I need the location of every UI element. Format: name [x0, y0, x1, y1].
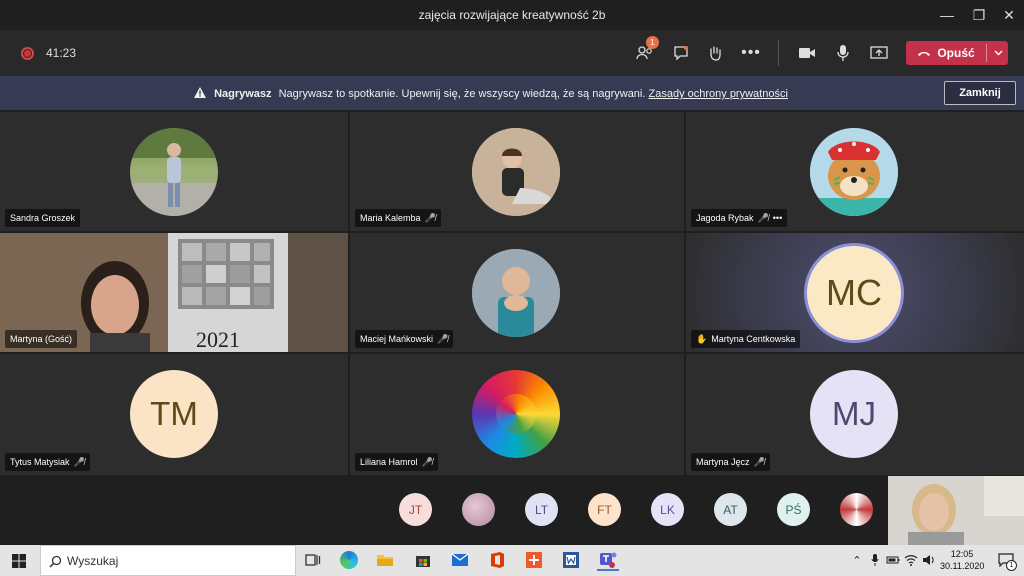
notifications-icon[interactable]: 1	[994, 549, 1018, 571]
participant-avatar[interactable]	[462, 493, 495, 526]
share-screen-icon[interactable]	[866, 42, 892, 64]
recording-title: Nagrywasz	[214, 88, 272, 100]
participant-tile[interactable]: Liliana Hamrol 🎤̸	[350, 354, 684, 475]
system-clock[interactable]: 12:05 30.11.2020	[940, 548, 984, 572]
participant-avatar[interactable]: JT	[399, 493, 432, 526]
raised-hand-icon: ✋	[696, 333, 708, 344]
participant-name-tag: ✋ Martyna Centkowska	[691, 330, 801, 348]
participant-name-tag: Jagoda Rybak 🎤̸ •••	[691, 209, 788, 227]
participant-avatar[interactable]: FT	[588, 493, 621, 526]
participant-name-tag: Sandra Groszek	[5, 209, 81, 227]
clock-time: 12:05	[950, 549, 974, 559]
avatar	[472, 249, 560, 337]
participant-avatar[interactable]: LT	[525, 493, 558, 526]
recording-message: Nagrywasz Nagrywasz to spotkanie. Upewni…	[194, 87, 788, 100]
close-window-icon[interactable]: ✕	[992, 0, 1024, 30]
windows-start-icon[interactable]	[8, 550, 30, 572]
participant-name-tag: Maciej Mańkowski 🎤̸	[355, 330, 454, 348]
warning-icon	[194, 87, 206, 98]
participant-tile[interactable]: Maciej Mańkowski 🎤̸	[350, 233, 684, 352]
participant-tile[interactable]: Sandra Groszek	[0, 112, 348, 231]
participant-video-tile[interactable]: 2021 Martyna (Gość)	[0, 233, 348, 352]
participant-tile[interactable]: MC ✋ Martyna Centkowska	[686, 233, 1024, 352]
avatar	[810, 128, 898, 216]
muted-icon: 🎤̸	[753, 456, 765, 467]
avatar	[130, 128, 218, 216]
word-icon[interactable]	[560, 549, 582, 571]
participant-name-tag: Tytus Matysiak 🎤̸	[5, 453, 90, 471]
participant-name-tag: Maria Kalemba 🎤̸	[355, 209, 441, 227]
taskbar-search-input[interactable]: Wyszukaj	[40, 545, 296, 576]
restore-icon[interactable]: ❐	[962, 0, 996, 30]
office-icon[interactable]	[486, 549, 508, 571]
clock-date: 30.11.2020	[940, 561, 985, 571]
leave-button[interactable]: Opuść	[906, 41, 1008, 65]
self-view-video[interactable]	[888, 476, 1024, 545]
chat-icon[interactable]	[668, 42, 694, 64]
camera-icon[interactable]	[794, 42, 820, 64]
avatar: MJ	[810, 370, 898, 458]
search-icon	[49, 555, 62, 568]
store-icon[interactable]	[412, 549, 434, 571]
chevron-down-icon[interactable]	[988, 41, 1008, 65]
participant-name-tag: Martyna (Gość)	[5, 330, 78, 348]
avatar: TM	[130, 370, 218, 458]
muted-icon: 🎤̸	[424, 212, 436, 223]
participant-name-tag: Liliana Hamrol 🎤̸	[355, 453, 438, 471]
raise-hand-icon[interactable]	[702, 42, 728, 64]
more-options-icon[interactable]: •••	[738, 42, 764, 64]
minimize-icon[interactable]: —	[930, 0, 964, 30]
participant-tile[interactable]: MJ Martyna Jęcz 🎤̸	[686, 354, 1024, 475]
leave-label: Opuść	[937, 46, 975, 60]
participant-tile[interactable]: Maria Kalemba 🎤̸	[350, 112, 684, 231]
participant-grid: Sandra Groszek Maria Kalemba 🎤̸ Jagoda Ry…	[0, 112, 1024, 475]
file-explorer-icon[interactable]	[374, 549, 396, 571]
avatar	[472, 128, 560, 216]
privacy-policy-link[interactable]: Zasady ochrony prywatności	[649, 88, 788, 100]
participant-avatar[interactable]	[840, 493, 873, 526]
edge-browser-icon[interactable]	[338, 549, 360, 571]
toolbar-divider	[778, 40, 779, 66]
title-bar: zajęcia rozwijające kreatywność 2b — ❐ ✕	[0, 0, 1024, 30]
avatar	[472, 370, 560, 458]
app-icon[interactable]	[523, 549, 545, 571]
volume-icon[interactable]	[918, 549, 940, 571]
windows-taskbar: Wyszukaj ⌃ 12:05 30.11.2020 1	[0, 545, 1024, 576]
participants-badge: 1	[646, 36, 659, 49]
recording-banner: Nagrywasz Nagrywasz to spotkanie. Upewni…	[0, 76, 1024, 110]
notification-count: 1	[1006, 560, 1017, 571]
hang-up-icon	[918, 52, 931, 56]
participant-avatar[interactable]: AT	[714, 493, 747, 526]
muted-icon: 🎤̸	[421, 456, 433, 467]
more-icon[interactable]: •••	[773, 213, 782, 223]
participant-tile[interactable]: TM Tytus Matysiak 🎤̸	[0, 354, 348, 475]
close-banner-button[interactable]: Zamknij	[944, 81, 1016, 105]
participant-strip: JT LT FT LK AT PŚ	[0, 475, 1024, 545]
participant-tile[interactable]: Jagoda Rybak 🎤̸ •••	[686, 112, 1024, 231]
mail-icon[interactable]	[449, 549, 471, 571]
participant-avatar[interactable]: PŚ	[777, 493, 810, 526]
muted-icon: 🎤̸	[73, 456, 85, 467]
task-view-icon[interactable]	[302, 549, 324, 571]
meeting-timer: 41:23	[46, 46, 77, 60]
microphone-icon[interactable]	[830, 42, 856, 64]
teams-icon[interactable]	[597, 549, 619, 571]
muted-icon: 🎤̸	[757, 212, 769, 223]
avatar: MC	[804, 243, 904, 343]
muted-icon: 🎤̸	[437, 333, 449, 344]
recording-text: Nagrywasz to spotkanie. Upewnij się, że …	[278, 88, 646, 100]
calendar-year: 2021	[196, 327, 240, 352]
participant-avatar[interactable]: LK	[651, 493, 684, 526]
participant-name-tag: Martyna Jęcz 🎤̸	[691, 453, 770, 471]
window-title: zajęcia rozwijające kreatywność 2b	[418, 8, 606, 22]
meeting-toolbar: 41:23 1 ••• Opuść	[0, 30, 1024, 76]
recording-icon	[21, 47, 34, 60]
